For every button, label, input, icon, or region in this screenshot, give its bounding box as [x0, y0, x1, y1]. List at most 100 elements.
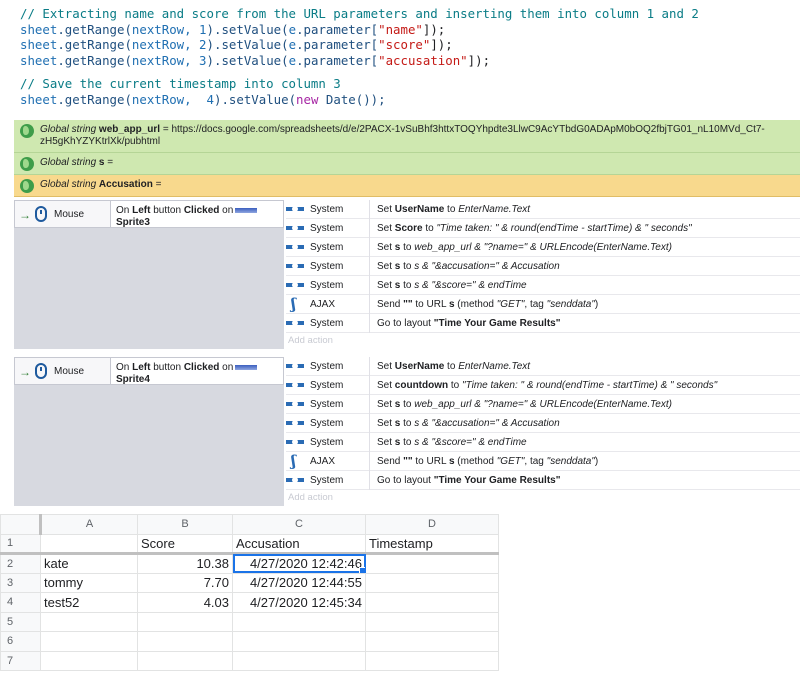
action-row[interactable]: System Set countdown to "Time taken: " & … — [286, 375, 800, 395]
column-header[interactable]: C — [232, 514, 366, 535]
table-row: 2 kate 10.38 4/27/2020 12:42:46 — [0, 553, 499, 574]
code-line: sheet.getRange(nextRow, 1).setValue(e.pa… — [20, 21, 446, 37]
select-all-corner[interactable] — [0, 514, 42, 535]
cell[interactable]: kate — [40, 553, 138, 574]
gear-icon — [288, 201, 304, 217]
global-variable-value: = — [104, 157, 114, 168]
column-header[interactable]: D — [365, 514, 499, 535]
event-block: → Mouse On Left button Clicked on Sprite4 Sy… — [14, 356, 800, 506]
condition-area: → Mouse On Left button Clicked on Sprite4 — [14, 357, 284, 506]
action-text: Set s to web_app_url & "?name=" & URLEnc… — [377, 241, 672, 253]
code-line: sheet.getRange(nextRow, 2).setValue(e.pa… — [20, 37, 453, 52]
row-header[interactable]: 1 — [0, 533, 41, 555]
action-row[interactable]: System Set s to s & "&accusation=" & Accu… — [286, 256, 800, 276]
column-header[interactable]: A — [40, 514, 138, 535]
cell[interactable] — [137, 650, 233, 671]
action-row[interactable]: System Set Score to "Time taken: " & roun… — [286, 218, 800, 238]
action-row[interactable]: System Set s to s & "&accusation=" & Accu… — [286, 413, 800, 433]
table-row: 1 Score Accusation Timestamp — [0, 533, 499, 555]
action-text: Set Score to "Time taken: " & round(endT… — [377, 222, 692, 234]
cell[interactable]: 10.38 — [137, 553, 233, 574]
cell[interactable]: 4.03 — [137, 592, 233, 613]
cell[interactable]: Score — [137, 533, 233, 555]
gear-icon — [288, 220, 304, 236]
action-object: AJAX — [310, 451, 370, 471]
global-variable-row[interactable]: Global string s = — [14, 153, 800, 175]
global-variable-text: Global string Accusation = — [40, 179, 162, 190]
action-text: Set s to s & "&accusation=" & Accusation — [377, 417, 560, 429]
gear-icon — [288, 377, 304, 393]
cell[interactable] — [365, 553, 499, 574]
cell[interactable]: test52 — [40, 592, 138, 613]
action-row[interactable]: ʃ AJAX Send "" to URL s (method "GET", tag… — [286, 451, 800, 471]
code-comment: // Save the current timestamp into colum… — [20, 76, 341, 91]
event-block: → Mouse On Left button Clicked on Sprite3 Sy… — [14, 199, 800, 349]
action-text: Set s to s & "&score=" & endTime — [377, 436, 527, 448]
cell[interactable] — [137, 631, 233, 652]
condition-row[interactable]: → Mouse On Left button Clicked on Sprite4 — [14, 357, 284, 385]
spreadsheet-grid: ABCD 1 Score Accusation Timestamp 2 kate 10.38… — [0, 514, 500, 686]
action-object: System — [310, 199, 370, 219]
action-row[interactable]: System Set UserName to EnterName.Text — [286, 356, 800, 376]
action-text: Set s to s & "&score=" & endTime — [377, 279, 527, 291]
cell[interactable] — [365, 650, 499, 671]
action-row[interactable]: System Set UserName to EnterName.Text — [286, 199, 800, 219]
cell[interactable]: 4/27/2020 12:44:55 — [232, 572, 366, 593]
action-row[interactable]: ʃ AJAX Send "" to URL s (method "GET", tag… — [286, 294, 800, 314]
table-row: 7 — [0, 650, 499, 671]
global-variable-row[interactable]: Global string web_app_url = https://docs… — [14, 120, 800, 153]
cell[interactable] — [232, 631, 366, 652]
action-row[interactable]: System Set s to s & "&score=" & endTime — [286, 275, 800, 295]
globe-icon — [20, 124, 34, 138]
cell[interactable]: Accusation — [232, 533, 366, 555]
cell[interactable] — [40, 533, 138, 555]
cell[interactable] — [232, 611, 366, 632]
action-row[interactable]: System Go to layout "Time Your Game Resul… — [286, 470, 800, 490]
gear-icon — [288, 258, 304, 274]
cell[interactable] — [365, 631, 499, 652]
gear-icon — [288, 315, 304, 331]
condition-row[interactable]: → Mouse On Left button Clicked on Sprite3 — [14, 200, 284, 228]
cell[interactable] — [40, 631, 138, 652]
action-object: System — [310, 237, 370, 257]
code-line: sheet.getRange(nextRow, 3).setValue(e.pa… — [20, 52, 491, 68]
table-row: 3 tommy 7.70 4/27/2020 12:44:55 — [0, 572, 499, 593]
gear-icon — [288, 239, 304, 255]
global-variable-row[interactable]: Global string Accusation = — [14, 175, 800, 197]
globe-icon — [20, 157, 34, 171]
selected-cell[interactable]: 4/27/2020 12:42:46 — [232, 553, 366, 574]
add-action-link[interactable]: Add action — [286, 490, 800, 506]
cell[interactable] — [40, 611, 138, 632]
cell[interactable] — [232, 650, 366, 671]
row-header[interactable]: 2 — [0, 553, 41, 574]
cell[interactable]: tommy — [40, 572, 138, 593]
mouse-icon — [35, 206, 47, 222]
event-sheet: Global string web_app_url = https://docs… — [14, 120, 800, 512]
column-header[interactable]: B — [137, 514, 233, 535]
cell[interactable]: Timestamp — [365, 533, 499, 555]
condition-object: Mouse — [47, 201, 111, 227]
action-row[interactable]: System Set s to web_app_url & "?name=" & … — [286, 394, 800, 414]
action-text: Send "" to URL s (method "GET", tag "sen… — [377, 455, 599, 467]
cell[interactable] — [40, 650, 138, 671]
action-object: AJAX — [310, 294, 370, 314]
cell[interactable]: 4/27/2020 12:45:34 — [232, 592, 366, 613]
cell[interactable]: 7.70 — [137, 572, 233, 593]
cell[interactable] — [365, 592, 499, 613]
spreadsheet-table: ABCD 1 Score Accusation Timestamp 2 kate 10.38… — [0, 514, 499, 671]
action-row[interactable]: System Go to layout "Time Your Game Resul… — [286, 313, 800, 333]
cell[interactable] — [365, 572, 499, 593]
add-action-link[interactable]: Add action — [286, 333, 800, 349]
global-variable-name: web_app_url — [98, 124, 161, 135]
row-header[interactable]: 3 — [0, 572, 41, 593]
row-header[interactable]: 5 — [0, 611, 41, 632]
action-object: System — [310, 375, 370, 395]
row-header[interactable]: 4 — [0, 592, 41, 613]
row-header[interactable]: 6 — [0, 631, 41, 652]
row-header[interactable]: 7 — [0, 650, 41, 671]
action-row[interactable]: System Set s to web_app_url & "?name=" & … — [286, 237, 800, 257]
ajax-icon: ʃ — [291, 452, 296, 470]
cell[interactable] — [137, 611, 233, 632]
action-row[interactable]: System Set s to s & "&score=" & endTime — [286, 432, 800, 452]
cell[interactable] — [365, 611, 499, 632]
